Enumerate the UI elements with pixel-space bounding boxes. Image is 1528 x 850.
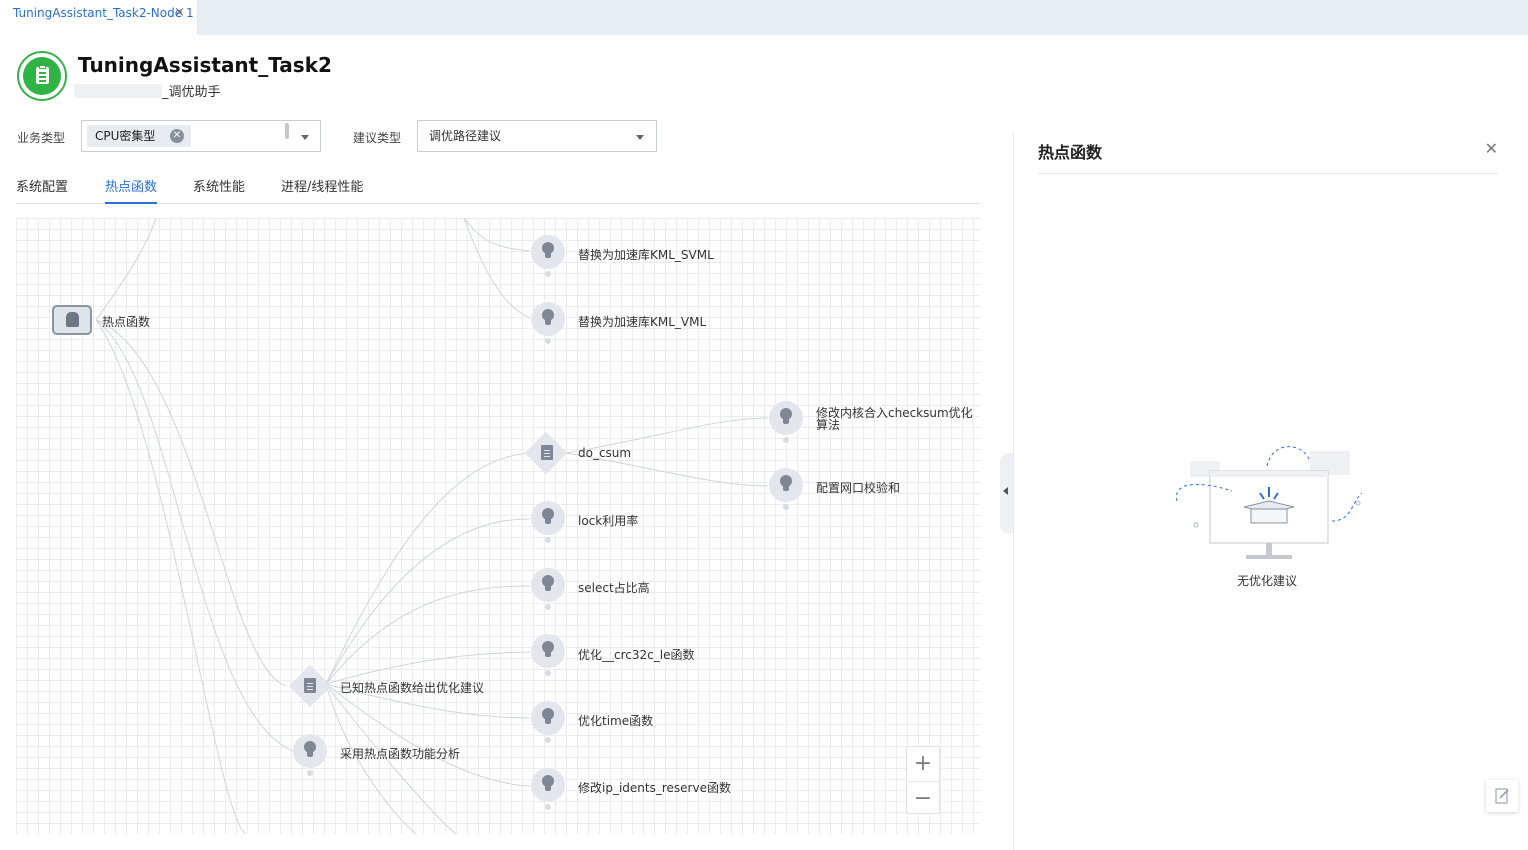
panel-collapse-handle[interactable]: [1000, 453, 1014, 533]
tab-system-config[interactable]: 系统配置: [16, 176, 68, 204]
graph-node-label[interactable]: 采用热点函数功能分析: [340, 745, 460, 762]
tab-system-performance[interactable]: 系统性能: [193, 176, 245, 204]
advice-type-label: 建议类型: [353, 131, 402, 145]
graph-node-label[interactable]: 替换为加速库KML_VML: [578, 313, 706, 330]
graph-edges: [95, 218, 769, 834]
business-type-label: 业务类型: [17, 131, 66, 145]
lightbulb-icon[interactable]: [293, 734, 327, 776]
chevron-down-icon[interactable]: [636, 135, 644, 140]
zoom-out-button[interactable]: −: [907, 781, 939, 814]
zoom-controls: + −: [906, 746, 940, 814]
graph-node-label[interactable]: 配置网口校验和: [816, 479, 900, 496]
page-title: TuningAssistant_Task2: [78, 53, 332, 77]
panel-title: 热点函数: [1038, 143, 1103, 162]
graph-node-label[interactable]: lock利用率: [578, 512, 638, 529]
lightbulb-icon[interactable]: [531, 235, 565, 277]
graph-node-label[interactable]: 修改ip_idents_reserve函数: [578, 779, 731, 796]
document-icon: [541, 445, 553, 460]
feedback-button[interactable]: [1486, 780, 1518, 812]
lightbulb-icon[interactable]: [769, 468, 803, 510]
business-type-chip: CPU密集型 ✕: [87, 125, 191, 147]
graph-node-label[interactable]: 优化time函数: [578, 712, 653, 729]
lightbulb-icon[interactable]: [531, 634, 565, 676]
tab-hotspot-functions[interactable]: 热点函数: [105, 176, 158, 204]
graph-node-label[interactable]: 优化__crc32c_le函数: [578, 646, 694, 663]
lightbulb-icon[interactable]: [531, 302, 565, 344]
lightbulb-icon[interactable]: [531, 568, 565, 610]
business-type-select[interactable]: CPU密集型 ✕: [81, 120, 321, 152]
lightbulb-icon[interactable]: [531, 768, 565, 810]
chevron-down-icon[interactable]: [301, 135, 309, 140]
graph-node-label[interactable]: select占比高: [578, 579, 650, 596]
lightbulb-icon[interactable]: [531, 701, 565, 743]
close-icon[interactable]: ×: [174, 0, 185, 26]
chip-remove-icon[interactable]: ✕: [170, 129, 184, 143]
page-subtitle: _调优助手: [74, 81, 221, 100]
clipboard-icon: [17, 51, 67, 101]
empty-state-text: 无优化建议: [1237, 574, 1298, 588]
empty-monitor-illustration: [1176, 446, 1363, 559]
close-icon[interactable]: ✕: [1485, 139, 1498, 158]
graph-root-label[interactable]: 热点函数: [102, 313, 150, 330]
graph-node-label[interactable]: 已知热点函数给出优化建议: [340, 679, 484, 696]
hotspot-icon[interactable]: [52, 305, 92, 335]
lightbulb-icon[interactable]: [769, 401, 803, 443]
lightbulb-icon[interactable]: [531, 501, 565, 543]
tab-bar: TuningAssistant_Task2-Node 1 ×: [0, 0, 1528, 35]
graph-node-label[interactable]: 替换为加速库KML_SVML: [578, 246, 714, 263]
tab-process-thread-performance[interactable]: 进程/线程性能: [281, 176, 363, 204]
tab-label: TuningAssistant_Task2-Node 1: [13, 6, 194, 20]
document-icon: [304, 678, 316, 693]
graph-canvas[interactable]: 热点函数 替换为加速库KML_SVML 替换为加速库KML_VML 修改内核合入…: [16, 218, 981, 834]
tab-task2-node1[interactable]: TuningAssistant_Task2-Node 1 ×: [0, 0, 198, 35]
detail-panel: 热点函数 ✕ 无优化建议: [1013, 133, 1528, 850]
edit-icon: [1495, 788, 1509, 804]
zoom-in-button[interactable]: +: [907, 747, 939, 780]
chevron-left-icon: [1003, 487, 1008, 495]
graph-node-label[interactable]: 修改内核合入checksum优化算法: [816, 407, 981, 431]
graph-node-label[interactable]: do_csum: [578, 446, 631, 460]
nav-tabs: 系统配置 热点函数 系统性能 进程/线程性能: [16, 176, 981, 204]
advice-type-select[interactable]: 调优路径建议: [417, 120, 657, 152]
